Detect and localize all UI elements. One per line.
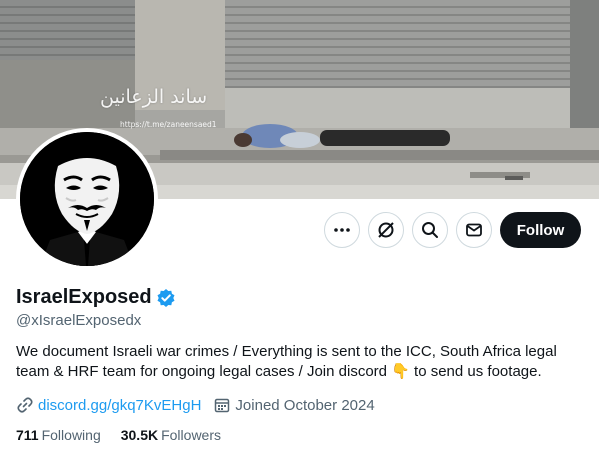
more-options-button[interactable] <box>324 212 360 248</box>
joined-date: Joined October 2024 <box>213 396 375 414</box>
followers-link[interactable]: 30.5K Followers <box>121 427 221 443</box>
following-link[interactable]: 711 Following <box>16 427 101 443</box>
search-icon <box>422 222 438 238</box>
profile-link[interactable]: discord.gg/gkq7KvEHgH <box>16 396 201 414</box>
follow-button[interactable]: Follow <box>500 212 581 248</box>
link-icon <box>17 397 33 413</box>
avatar[interactable] <box>16 128 158 270</box>
mail-icon <box>466 223 482 237</box>
profile-bio: We document Israeli war crimes / Everyth… <box>16 342 586 382</box>
anonymous-mask-icon <box>20 132 154 266</box>
grok-button[interactable] <box>368 212 404 248</box>
calendar-icon <box>215 398 230 413</box>
joined-date-text: Joined October 2024 <box>235 396 375 414</box>
search-profile-button[interactable] <box>412 212 448 248</box>
profile-link-text[interactable]: discord.gg/gkq7KvEHgH <box>38 397 201 414</box>
grok-icon <box>378 222 394 238</box>
profile-stats: 711 Following 30.5K Followers <box>16 427 241 443</box>
more-dots-icon <box>334 228 350 232</box>
profile-handle: @xIsraelExposedx <box>16 312 142 329</box>
profile-meta-row: discord.gg/gkq7KvEHgH Joined October 202… <box>16 396 387 414</box>
followers-count: 30.5K <box>120 427 159 443</box>
bio-suffix: to send us footage. <box>409 363 542 380</box>
display-name: IsraelExposed <box>16 286 152 308</box>
verified-badge-icon[interactable] <box>156 288 176 308</box>
banner-watermark-arabic: ساند الزعانين <box>100 86 208 108</box>
followers-label: Followers <box>161 427 221 443</box>
message-button[interactable] <box>456 212 492 248</box>
avatar-image <box>20 132 154 266</box>
pointing-down-emoji: 👇 <box>391 363 410 380</box>
banner-watermark-url: https://t.me/zaneensaed1 <box>120 120 217 129</box>
profile-name-row: IsraelExposed <box>16 286 176 309</box>
following-label: Following <box>41 427 101 443</box>
following-count: 711 <box>16 427 39 443</box>
